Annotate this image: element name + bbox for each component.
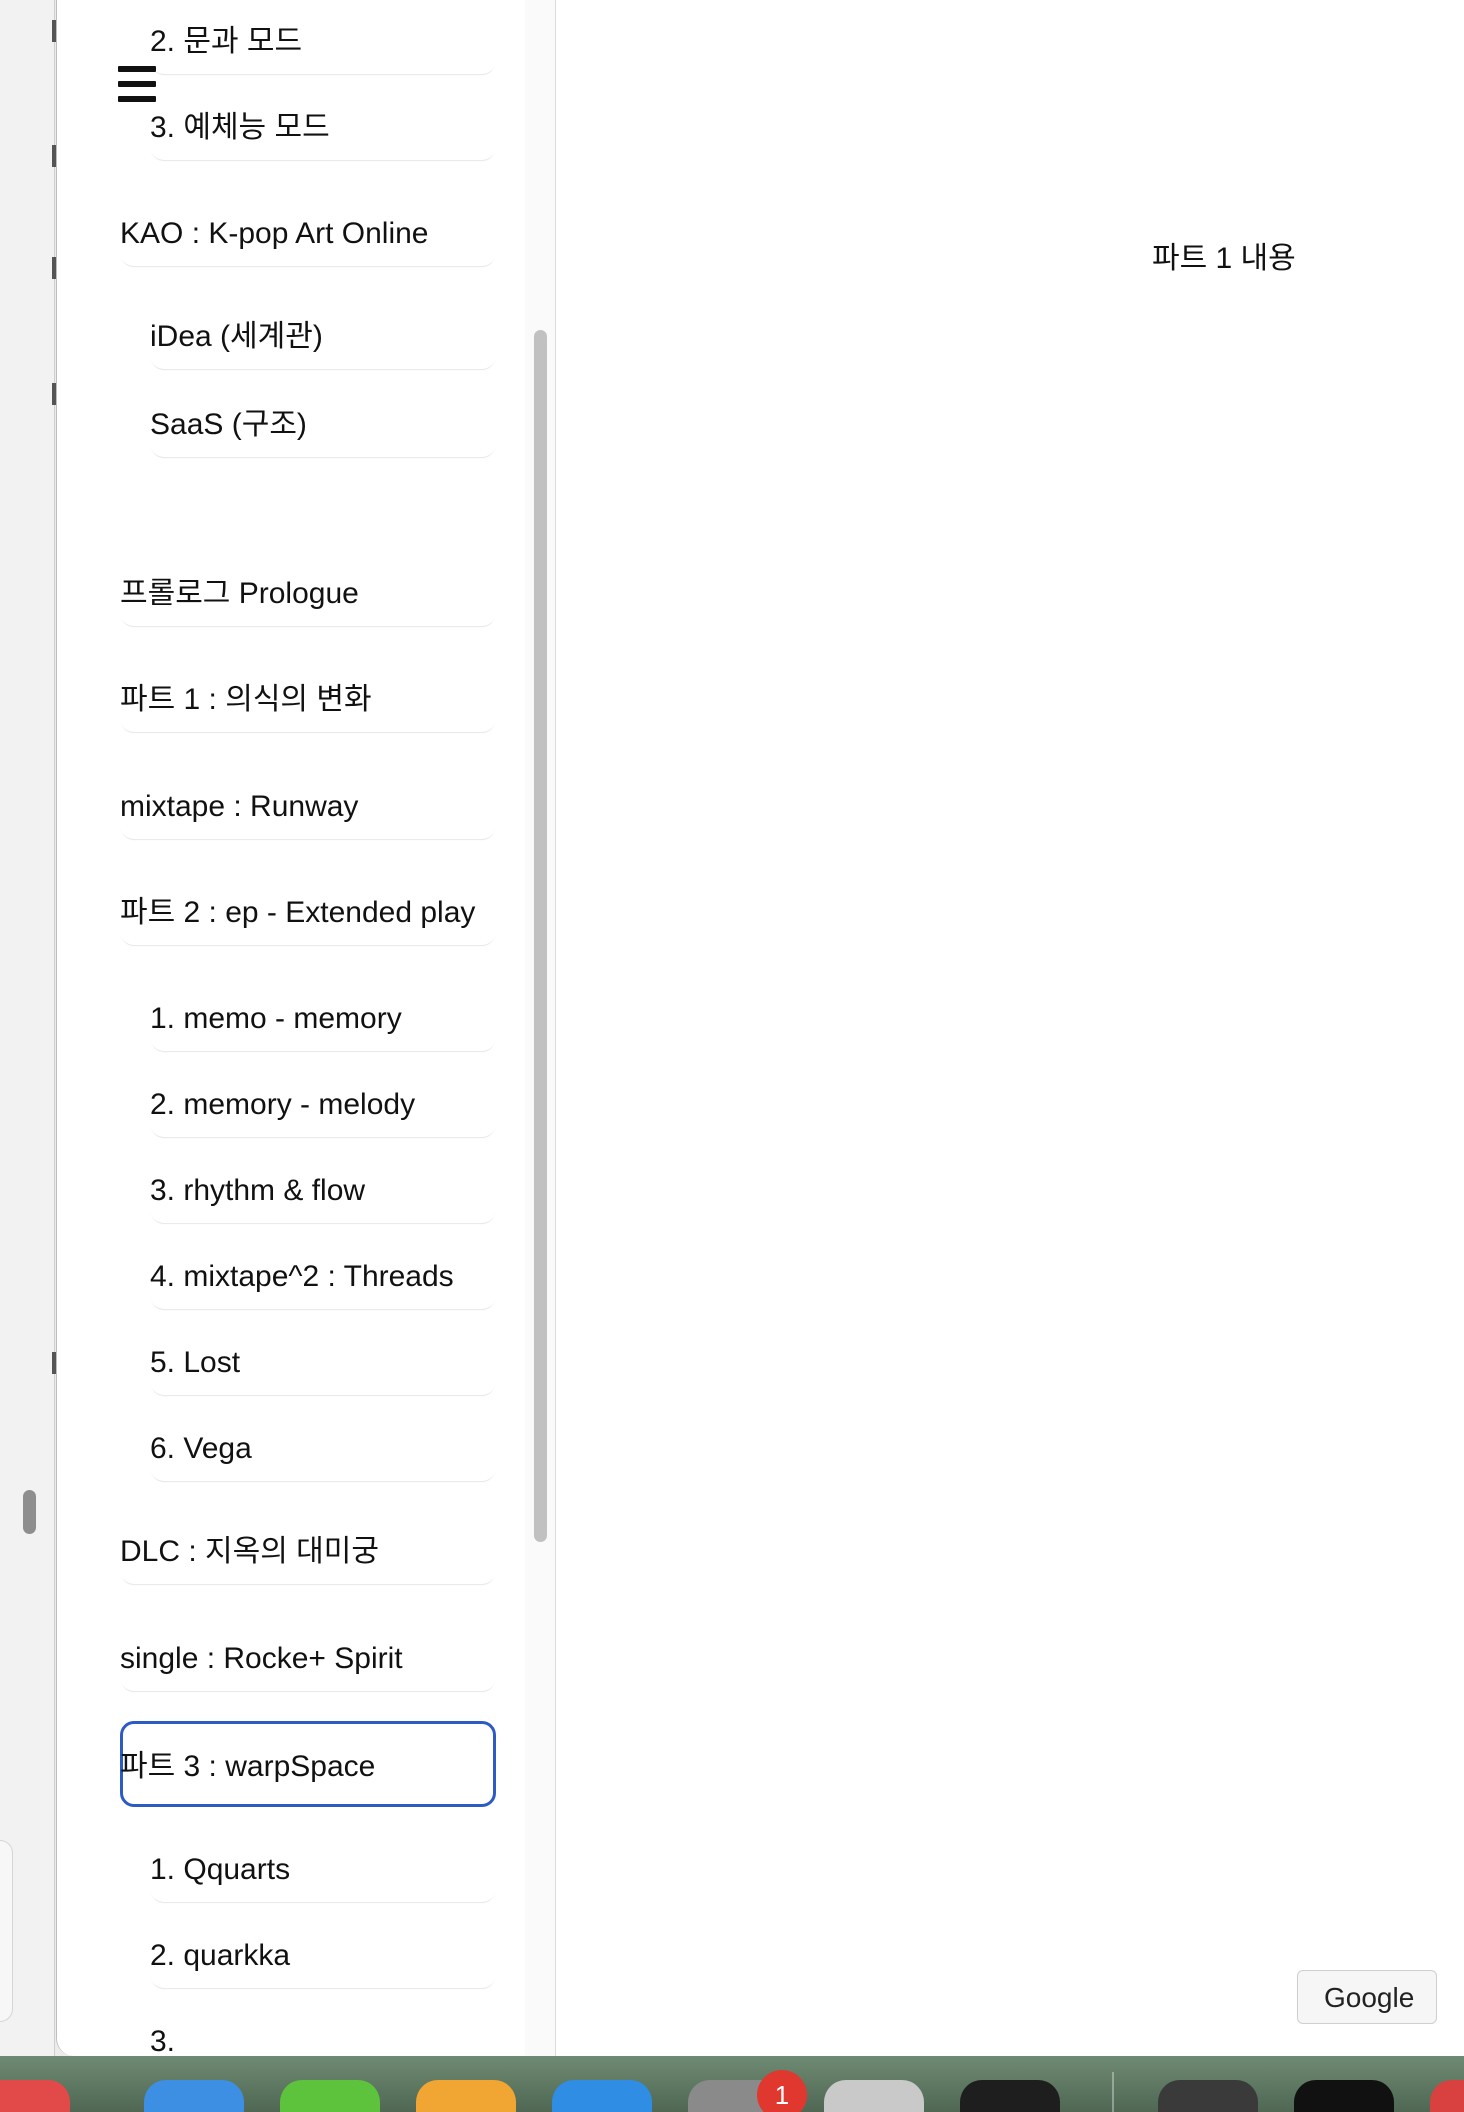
sidebar-item-label: single : Rocke+ Spirit [120, 1642, 403, 1675]
sidebar-item-part-3[interactable]: 파트 3 : warpSpace [120, 1721, 496, 1807]
dock-app-icon[interactable] [1430, 2080, 1464, 2112]
dock-app-icon[interactable] [552, 2080, 652, 2112]
sidebar-item-part-1[interactable]: 파트 1 : 의식의 변화 [120, 668, 496, 732]
sidebar-item-prologue[interactable]: 프롤로그 Prologue [120, 562, 496, 626]
sidebar-item-label: KAO : K-pop Art Online [120, 217, 429, 250]
sidebar-item-label: SaaS (구조) [150, 408, 307, 441]
sidebar-item-memo-memory[interactable]: 1. memo - memory [150, 987, 496, 1051]
sidebar-item-label: 2. memory - melody [150, 1088, 416, 1121]
sidebar-item-label: 3. rhythm & flow [150, 1174, 366, 1207]
sidebar-item-label: mixtape : Runway [120, 790, 359, 823]
sidebar-item-vega[interactable]: 6. Vega [150, 1417, 496, 1481]
hamburger-menu-icon[interactable] [118, 66, 156, 102]
dock-app-icon[interactable] [280, 2080, 380, 2112]
background-window [0, 0, 56, 2060]
background-panel-edge [0, 1840, 13, 2022]
sidebar-item-label: 3. 예체능 모드 [150, 111, 330, 144]
sidebar-item-3[interactable]: 3. [150, 2010, 496, 2056]
sidebar-item-part-2[interactable]: 파트 2 : ep - Extended play [120, 881, 496, 945]
dock-app-icon[interactable] [144, 2080, 244, 2112]
sidebar-item-dlc[interactable]: DLC : 지옥의 대미궁 [120, 1520, 496, 1584]
sidebar-item-label: 프롤로그 Prologue [120, 577, 359, 610]
screen: 2. 문과 모드 3. 예체능 모드 KAO : K-pop Art Onlin… [0, 0, 1464, 2112]
sidebar-item-single[interactable]: single : Rocke+ Spirit [120, 1627, 496, 1691]
sidebar-item-label: 4. mixtape^2 : Threads [150, 1260, 454, 1293]
sidebar-item-label: 5. Lost [150, 1346, 241, 1379]
sidebar-item-quarkka[interactable]: 2. quarkka [150, 1924, 496, 1988]
sidebar-item-qquarts[interactable]: 1. Qquarts [150, 1838, 496, 1902]
dock-app-icon[interactable] [1294, 2080, 1394, 2112]
sidebar-scrollbar-thumb[interactable] [534, 330, 547, 1542]
notification-badge: 1 [757, 2070, 807, 2112]
sidebar-item-threads[interactable]: 4. mixtape^2 : Threads [150, 1245, 496, 1309]
sidebar-item-label: 파트 2 : ep - Extended play [120, 896, 476, 929]
sidebar-item-label: 2. 문과 모드 [150, 25, 303, 58]
sidebar-item-label: 6. Vega [150, 1432, 252, 1465]
sidebar-item-saas[interactable]: SaaS (구조) [150, 393, 496, 457]
sidebar-item-label: iDea (세계관) [150, 320, 323, 353]
main-content: 파트 1 내용 [556, 0, 1464, 2056]
sidebar-item-mode-arts-sports[interactable]: 3. 예체능 모드 [150, 96, 496, 160]
google-button[interactable]: Google [1297, 1970, 1437, 2024]
dock-app-icon[interactable] [824, 2080, 924, 2112]
sidebar-item-label: 2. quarkka [150, 1939, 291, 1972]
dock [0, 2056, 1464, 2112]
sidebar-item-mode-liberal-arts[interactable]: 2. 문과 모드 [150, 10, 496, 74]
sidebar-item-rhythm-flow[interactable]: 3. rhythm & flow [150, 1159, 496, 1223]
sidebar-item-label: 파트 3 : warpSpace [120, 1750, 376, 1783]
content-text: 파트 1 내용 [1152, 242, 1296, 275]
sidebar-item-label: 3. [150, 2025, 176, 2056]
sidebar: 2. 문과 모드 3. 예체능 모드 KAO : K-pop Art Onlin… [57, 0, 526, 2056]
dock-separator [1112, 2072, 1114, 2112]
dock-app-icon[interactable] [0, 2080, 70, 2112]
dock-app-icon[interactable] [1158, 2080, 1258, 2112]
sidebar-item-label: 1. memo - memory [150, 1002, 402, 1035]
sidebar-item-mixtape-runway[interactable]: mixtape : Runway [120, 775, 496, 839]
sidebar-item-label: 1. Qquarts [150, 1853, 291, 1886]
sidebar-item-idea[interactable]: iDea (세계관) [150, 305, 496, 369]
sidebar-item-kao[interactable]: KAO : K-pop Art Online [120, 202, 496, 266]
sidebar-item-lost[interactable]: 5. Lost [150, 1331, 496, 1395]
terminal-icon[interactable] [960, 2080, 1060, 2112]
sidebar-item-memory-melody[interactable]: 2. memory - melody [150, 1073, 496, 1137]
dock-app-icon[interactable] [416, 2080, 516, 2112]
browser-window: 2. 문과 모드 3. 예체능 모드 KAO : K-pop Art Onlin… [56, 0, 1464, 2056]
sidebar-item-label: 파트 1 : 의식의 변화 [120, 683, 372, 716]
background-scrollbar[interactable] [23, 1490, 36, 1534]
sidebar-item-label: DLC : 지옥의 대미궁 [120, 1535, 379, 1568]
